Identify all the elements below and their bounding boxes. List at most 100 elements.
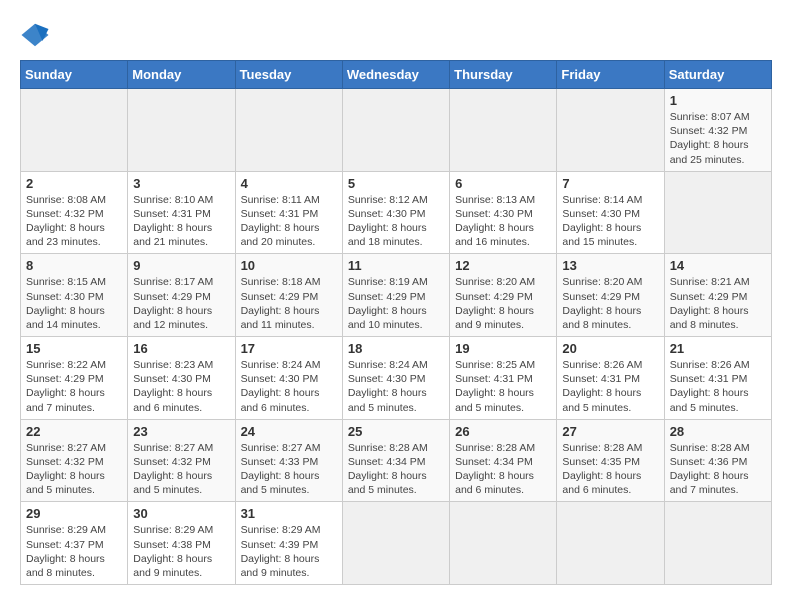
day-number: 22: [26, 424, 122, 439]
calendar-week-row: 2 Sunrise: 8:08 AMSunset: 4:32 PMDayligh…: [21, 171, 772, 254]
day-info: Sunrise: 8:28 AMSunset: 4:35 PMDaylight:…: [562, 441, 658, 498]
calendar-day: 3 Sunrise: 8:10 AMSunset: 4:31 PMDayligh…: [128, 171, 235, 254]
calendar-day: 16 Sunrise: 8:23 AMSunset: 4:30 PMDaylig…: [128, 337, 235, 420]
day-number: 6: [455, 176, 551, 191]
day-info: Sunrise: 8:17 AMSunset: 4:29 PMDaylight:…: [133, 275, 229, 332]
day-of-week-header: Wednesday: [342, 61, 449, 89]
calendar-day: 8 Sunrise: 8:15 AMSunset: 4:30 PMDayligh…: [21, 254, 128, 337]
day-of-week-header: Monday: [128, 61, 235, 89]
day-info: Sunrise: 8:29 AMSunset: 4:37 PMDaylight:…: [26, 523, 122, 580]
day-of-week-header: Sunday: [21, 61, 128, 89]
calendar-week-row: 8 Sunrise: 8:15 AMSunset: 4:30 PMDayligh…: [21, 254, 772, 337]
calendar-day: 22 Sunrise: 8:27 AMSunset: 4:32 PMDaylig…: [21, 419, 128, 502]
day-number: 12: [455, 258, 551, 273]
empty-cell: [664, 502, 771, 585]
calendar-day: 17 Sunrise: 8:24 AMSunset: 4:30 PMDaylig…: [235, 337, 342, 420]
day-number: 27: [562, 424, 658, 439]
calendar-day: 6 Sunrise: 8:13 AMSunset: 4:30 PMDayligh…: [450, 171, 557, 254]
calendar-day: 30 Sunrise: 8:29 AMSunset: 4:38 PMDaylig…: [128, 502, 235, 585]
day-info: Sunrise: 8:24 AMSunset: 4:30 PMDaylight:…: [241, 358, 337, 415]
calendar-week-row: 22 Sunrise: 8:27 AMSunset: 4:32 PMDaylig…: [21, 419, 772, 502]
day-of-week-header: Friday: [557, 61, 664, 89]
empty-cell: [21, 89, 128, 172]
day-number: 24: [241, 424, 337, 439]
calendar-day: 14 Sunrise: 8:21 AMSunset: 4:29 PMDaylig…: [664, 254, 771, 337]
day-number: 1: [670, 93, 766, 108]
day-number: 13: [562, 258, 658, 273]
calendar-day: 5 Sunrise: 8:12 AMSunset: 4:30 PMDayligh…: [342, 171, 449, 254]
day-info: Sunrise: 8:14 AMSunset: 4:30 PMDaylight:…: [562, 193, 658, 250]
empty-cell: [128, 89, 235, 172]
day-info: Sunrise: 8:28 AMSunset: 4:36 PMDaylight:…: [670, 441, 766, 498]
day-number: 30: [133, 506, 229, 521]
calendar-day: 13 Sunrise: 8:20 AMSunset: 4:29 PMDaylig…: [557, 254, 664, 337]
calendar-day: 20 Sunrise: 8:26 AMSunset: 4:31 PMDaylig…: [557, 337, 664, 420]
day-info: Sunrise: 8:27 AMSunset: 4:33 PMDaylight:…: [241, 441, 337, 498]
day-info: Sunrise: 8:28 AMSunset: 4:34 PMDaylight:…: [455, 441, 551, 498]
day-number: 31: [241, 506, 337, 521]
logo-icon: [20, 20, 50, 50]
day-info: Sunrise: 8:12 AMSunset: 4:30 PMDaylight:…: [348, 193, 444, 250]
day-info: Sunrise: 8:21 AMSunset: 4:29 PMDaylight:…: [670, 275, 766, 332]
day-number: 28: [670, 424, 766, 439]
day-number: 23: [133, 424, 229, 439]
empty-cell: [342, 89, 449, 172]
page-header: [20, 20, 772, 50]
day-number: 11: [348, 258, 444, 273]
calendar-day: 24 Sunrise: 8:27 AMSunset: 4:33 PMDaylig…: [235, 419, 342, 502]
day-number: 20: [562, 341, 658, 356]
day-info: Sunrise: 8:23 AMSunset: 4:30 PMDaylight:…: [133, 358, 229, 415]
calendar-day: 9 Sunrise: 8:17 AMSunset: 4:29 PMDayligh…: [128, 254, 235, 337]
day-number: 18: [348, 341, 444, 356]
day-number: 26: [455, 424, 551, 439]
empty-cell: [450, 89, 557, 172]
calendar-day: 25 Sunrise: 8:28 AMSunset: 4:34 PMDaylig…: [342, 419, 449, 502]
day-number: 29: [26, 506, 122, 521]
calendar-day: 28 Sunrise: 8:28 AMSunset: 4:36 PMDaylig…: [664, 419, 771, 502]
day-info: Sunrise: 8:29 AMSunset: 4:38 PMDaylight:…: [133, 523, 229, 580]
day-info: Sunrise: 8:13 AMSunset: 4:30 PMDaylight:…: [455, 193, 551, 250]
calendar-day: 7 Sunrise: 8:14 AMSunset: 4:30 PMDayligh…: [557, 171, 664, 254]
calendar-day: 2 Sunrise: 8:08 AMSunset: 4:32 PMDayligh…: [21, 171, 128, 254]
calendar-day: 23 Sunrise: 8:27 AMSunset: 4:32 PMDaylig…: [128, 419, 235, 502]
calendar-day: 31 Sunrise: 8:29 AMSunset: 4:39 PMDaylig…: [235, 502, 342, 585]
calendar-day: 18 Sunrise: 8:24 AMSunset: 4:30 PMDaylig…: [342, 337, 449, 420]
day-number: 8: [26, 258, 122, 273]
day-number: 14: [670, 258, 766, 273]
day-number: 16: [133, 341, 229, 356]
day-info: Sunrise: 8:07 AMSunset: 4:32 PMDaylight:…: [670, 110, 766, 167]
day-info: Sunrise: 8:20 AMSunset: 4:29 PMDaylight:…: [562, 275, 658, 332]
calendar-day: 1 Sunrise: 8:07 AMSunset: 4:32 PMDayligh…: [664, 89, 771, 172]
day-number: 2: [26, 176, 122, 191]
empty-cell: [557, 502, 664, 585]
empty-cell: [235, 89, 342, 172]
calendar-header-row: SundayMondayTuesdayWednesdayThursdayFrid…: [21, 61, 772, 89]
day-number: 19: [455, 341, 551, 356]
day-number: 21: [670, 341, 766, 356]
calendar-day: 21 Sunrise: 8:26 AMSunset: 4:31 PMDaylig…: [664, 337, 771, 420]
day-number: 4: [241, 176, 337, 191]
day-info: Sunrise: 8:28 AMSunset: 4:34 PMDaylight:…: [348, 441, 444, 498]
calendar-week-row: 1 Sunrise: 8:07 AMSunset: 4:32 PMDayligh…: [21, 89, 772, 172]
empty-cell: [342, 502, 449, 585]
day-number: 3: [133, 176, 229, 191]
day-info: Sunrise: 8:29 AMSunset: 4:39 PMDaylight:…: [241, 523, 337, 580]
day-info: Sunrise: 8:08 AMSunset: 4:32 PMDaylight:…: [26, 193, 122, 250]
logo: [20, 20, 54, 50]
day-info: Sunrise: 8:18 AMSunset: 4:29 PMDaylight:…: [241, 275, 337, 332]
calendar-day: 15 Sunrise: 8:22 AMSunset: 4:29 PMDaylig…: [21, 337, 128, 420]
day-info: Sunrise: 8:22 AMSunset: 4:29 PMDaylight:…: [26, 358, 122, 415]
calendar-day: 4 Sunrise: 8:11 AMSunset: 4:31 PMDayligh…: [235, 171, 342, 254]
day-info: Sunrise: 8:11 AMSunset: 4:31 PMDaylight:…: [241, 193, 337, 250]
day-of-week-header: Tuesday: [235, 61, 342, 89]
day-of-week-header: Thursday: [450, 61, 557, 89]
day-info: Sunrise: 8:27 AMSunset: 4:32 PMDaylight:…: [26, 441, 122, 498]
day-info: Sunrise: 8:10 AMSunset: 4:31 PMDaylight:…: [133, 193, 229, 250]
day-info: Sunrise: 8:20 AMSunset: 4:29 PMDaylight:…: [455, 275, 551, 332]
calendar-table: SundayMondayTuesdayWednesdayThursdayFrid…: [20, 60, 772, 585]
day-of-week-header: Saturday: [664, 61, 771, 89]
calendar-week-row: 29 Sunrise: 8:29 AMSunset: 4:37 PMDaylig…: [21, 502, 772, 585]
day-info: Sunrise: 8:26 AMSunset: 4:31 PMDaylight:…: [670, 358, 766, 415]
calendar-day: 29 Sunrise: 8:29 AMSunset: 4:37 PMDaylig…: [21, 502, 128, 585]
calendar-day: 26 Sunrise: 8:28 AMSunset: 4:34 PMDaylig…: [450, 419, 557, 502]
